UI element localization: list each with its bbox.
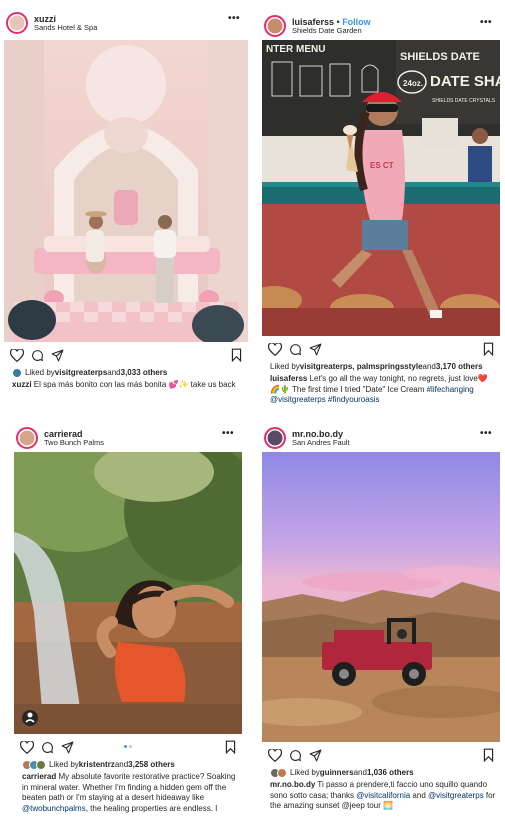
pool-photo: [14, 452, 242, 734]
sign-menu: NTER MENU: [266, 44, 325, 55]
like-heart-icon[interactable]: [268, 748, 282, 762]
action-bar: [14, 734, 242, 760]
bookmark-icon[interactable]: [483, 748, 494, 762]
action-bar: [262, 336, 500, 362]
share-icon[interactable]: [309, 343, 322, 356]
shirt-text: ES CT: [370, 161, 394, 170]
likes-prefix: Liked by: [49, 760, 79, 769]
caption: mr.no.bo.dy Ti passo a prendere,ti facci…: [270, 780, 496, 812]
likes-prefix: Liked by: [25, 368, 55, 377]
carousel-indicator: [124, 745, 132, 748]
sign-oz: 24oz.: [403, 79, 423, 88]
avatar[interactable]: [264, 427, 286, 449]
more-options-icon[interactable]: •••: [222, 428, 234, 439]
share-icon[interactable]: [61, 741, 74, 754]
likes-mid: and: [353, 768, 367, 777]
sign-dates-sub: SHIELDS DATE CRYSTALS: [432, 98, 496, 104]
carousel-dot: [129, 745, 132, 748]
liker-avatars: [22, 760, 46, 770]
bookmark-icon[interactable]: [231, 348, 242, 362]
post-user-info: carrierad Two Bunch Palms: [44, 429, 104, 448]
likes-line: Liked by kristentrz and 3,258 others: [22, 760, 242, 770]
likes-prefix: Liked by: [290, 768, 320, 777]
avatar[interactable]: [264, 15, 286, 37]
post-header: mr.no.bo.dy San Andres Fault •••: [262, 424, 500, 452]
avatar[interactable]: [6, 12, 28, 34]
location[interactable]: Two Bunch Palms: [44, 438, 104, 448]
post-photo[interactable]: [4, 40, 248, 342]
comment-icon[interactable]: [289, 749, 302, 762]
carousel-dot-active: [124, 745, 127, 748]
action-bar: [262, 742, 500, 768]
like-heart-icon[interactable]: [268, 342, 282, 356]
more-options-icon[interactable]: •••: [480, 17, 492, 28]
post-carrierad: carrierad Two Bunch Palms ••• Liked by k…: [14, 424, 242, 814]
post-xuzzi: xuzzi Sands Hotel & Spa ••• Liked by vis…: [4, 6, 248, 391]
post-header: xuzzi Sands Hotel & Spa •••: [4, 6, 248, 40]
caption-text: El spa más bonito con las más bonita 💕✨ …: [31, 380, 236, 389]
bookmark-icon[interactable]: [483, 342, 494, 356]
post-photo[interactable]: [262, 452, 500, 742]
post-photo[interactable]: [14, 452, 242, 734]
caption-username[interactable]: carrierad: [22, 772, 56, 781]
liker-username[interactable]: visitgreaterps, palmspringsstyle: [300, 362, 423, 372]
likes-mid: and: [114, 760, 129, 769]
post-photo[interactable]: NTER MENU SHIELDS DATE DATE SHA SHIELDS …: [262, 40, 500, 336]
liker-avatars: [12, 368, 22, 378]
like-heart-icon[interactable]: [20, 740, 34, 754]
more-options-icon[interactable]: •••: [228, 13, 240, 24]
comment-icon[interactable]: [31, 349, 44, 362]
post-header: luisaferss • Follow Shields Date Garden …: [262, 12, 500, 40]
likes-mid: and: [107, 368, 121, 377]
sign-date-shake: DATE SHA: [430, 73, 500, 90]
post-header: carrierad Two Bunch Palms •••: [14, 424, 242, 452]
likes-line: Liked by visitgreaterps, palmspringsstyl…: [270, 362, 496, 372]
likes-mid: and: [422, 362, 436, 371]
likes-count[interactable]: 3,170 others: [436, 362, 483, 372]
share-icon[interactable]: [51, 349, 64, 362]
comment-icon[interactable]: [289, 343, 302, 356]
bookmark-icon[interactable]: [225, 740, 236, 754]
post-mr-no-bo-dy: mr.no.bo.dy San Andres Fault ••• Liked b…: [262, 424, 500, 812]
caption-username[interactable]: mr.no.bo.dy: [270, 780, 315, 789]
caption-text-2: , the healing properties are endless. I: [85, 803, 218, 813]
likes-line: Liked by guinners and 1,036 others: [270, 768, 500, 778]
location[interactable]: Sands Hotel & Spa: [34, 23, 97, 33]
action-bar: [4, 342, 248, 368]
post-luisaferss: luisaferss • Follow Shields Date Garden …: [262, 12, 500, 406]
sign-shields: SHIELDS DATE: [400, 51, 480, 63]
post-user-info: luisaferss • Follow Shields Date Garden: [292, 17, 371, 36]
avatar[interactable]: [16, 427, 38, 449]
post-user-info: mr.no.bo.dy San Andres Fault: [292, 429, 350, 448]
likes-count[interactable]: 3,033 others: [121, 368, 168, 378]
caption-username[interactable]: xuzzi: [12, 380, 32, 389]
location[interactable]: Shields Date Garden: [292, 26, 371, 36]
spa-photo: [4, 40, 248, 342]
comment-icon[interactable]: [41, 741, 54, 754]
caption-mention[interactable]: @visitcalifornia: [356, 791, 410, 800]
caption-text-2: and: [410, 790, 428, 800]
jeep-photo: [262, 452, 500, 742]
location[interactable]: San Andres Fault: [292, 438, 350, 448]
caption: luisaferss Let's go all the way tonight,…: [270, 374, 496, 406]
caption: carrierad My absolute favorite restorati…: [22, 772, 240, 814]
caption: xuzzi El spa más bonito con las más boni…: [12, 380, 244, 391]
caption-mention-2[interactable]: @visitgreaterps: [428, 791, 484, 800]
liker-username[interactable]: kristentrz: [79, 760, 115, 770]
post-user-info: xuzzi Sands Hotel & Spa: [34, 14, 97, 33]
liker-username[interactable]: visitgreaterps: [55, 368, 107, 378]
likes-line: Liked by visitgreaterps and 3,033 others: [12, 368, 248, 378]
liker-avatars: [270, 768, 287, 778]
caption-mention[interactable]: @twobunchpalms: [22, 804, 86, 813]
likes-count[interactable]: 3,258 others: [128, 760, 175, 770]
like-heart-icon[interactable]: [10, 348, 24, 362]
caption-username[interactable]: luisaferss: [270, 374, 307, 383]
share-icon[interactable]: [309, 749, 322, 762]
liker-username[interactable]: guinners: [320, 768, 354, 778]
likes-prefix: Liked by: [270, 362, 300, 371]
ice-cream-photo: NTER MENU SHIELDS DATE DATE SHA SHIELDS …: [262, 40, 500, 336]
likes-count[interactable]: 1,036 others: [367, 768, 414, 778]
more-options-icon[interactable]: •••: [480, 428, 492, 439]
